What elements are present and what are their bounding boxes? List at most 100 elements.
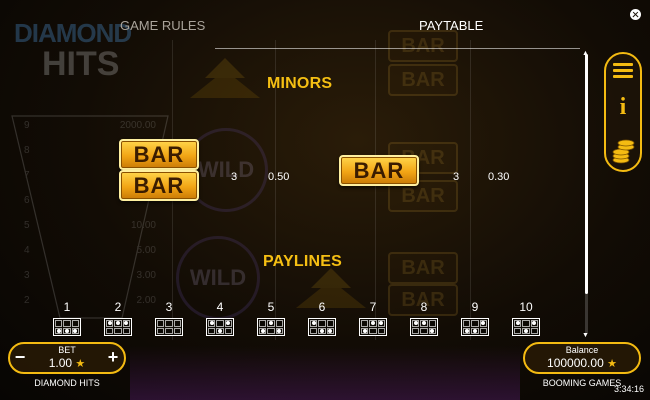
- payline-cell: [106, 320, 114, 327]
- payline-cell: [361, 320, 369, 327]
- payline-cell: [530, 327, 538, 334]
- payline-cell: [55, 320, 63, 327]
- background-pay-row-number: 5: [24, 220, 30, 231]
- payline-cell: [318, 327, 326, 334]
- payline-cell: [479, 327, 487, 334]
- pay-value: 0.30: [488, 171, 510, 183]
- payline-cell: [369, 320, 377, 327]
- background-logo-line2: HITS: [42, 45, 120, 83]
- payline-cell: [471, 320, 479, 327]
- payline-number: 7: [369, 300, 377, 314]
- paytable-entry-bar-bar: BAR BAR: [119, 139, 199, 201]
- bottom-glow: [130, 346, 520, 400]
- pay-count: 3: [453, 171, 460, 183]
- payline-cell: [377, 320, 385, 327]
- scroll-down-icon[interactable]: ▼: [582, 332, 589, 339]
- payline-cell: [428, 320, 436, 327]
- payline-cell: [106, 327, 114, 334]
- payline-pattern: [257, 318, 285, 336]
- close-icon[interactable]: [630, 9, 641, 20]
- pay-value: 0.50: [268, 171, 290, 183]
- star-icon: ★: [75, 358, 86, 370]
- payline-cell: [55, 327, 63, 334]
- payline-number: 2: [114, 300, 122, 314]
- payline-cell: [216, 320, 224, 327]
- background-pay-row-number: 3: [24, 270, 30, 281]
- background-pay-row: 5 10.00: [24, 220, 164, 240]
- background-pay-row-number: 9: [24, 120, 30, 131]
- payline-pattern: [461, 318, 489, 336]
- background-pay-row: 3 3.00: [24, 270, 164, 290]
- background-pay-row-value: 2000.00: [119, 120, 156, 131]
- payline-cell: [420, 320, 428, 327]
- bar-symbol-label: BAR: [353, 158, 405, 183]
- background-pay-row-number: 8: [24, 145, 30, 156]
- scroll-up-icon[interactable]: ▲: [582, 50, 589, 57]
- balance-value: 100000.00: [547, 356, 604, 370]
- tab-game-rules[interactable]: GAME RULES: [120, 18, 205, 33]
- payline-pattern: [104, 318, 132, 336]
- tab-underline: [215, 48, 580, 49]
- payline-cell: [275, 327, 283, 334]
- bar-symbol-tile: BAR: [339, 155, 419, 186]
- payline-cell: [522, 327, 530, 334]
- payline-cell: [224, 327, 232, 334]
- payline-cell: [267, 327, 275, 334]
- payline-pattern: [206, 318, 234, 336]
- tab-paytable[interactable]: PAYTABLE: [419, 18, 483, 33]
- payline-cell: [216, 327, 224, 334]
- payline-number: 9: [471, 300, 479, 314]
- scrollbar-thumb[interactable]: [585, 54, 588, 294]
- payline-cell: [412, 320, 420, 327]
- payline-cell: [267, 320, 275, 327]
- hamburger-menu-icon[interactable]: [613, 63, 633, 79]
- paytable-entry-bar: BAR: [339, 155, 419, 186]
- payline-cell: [165, 327, 173, 334]
- payline-cell: [275, 320, 283, 327]
- payline-cell: [318, 320, 326, 327]
- background-pay-row-value: 5.00: [136, 245, 156, 256]
- payline-cell: [369, 327, 377, 334]
- payline-cell: [157, 327, 165, 334]
- coins-icon[interactable]: [611, 136, 635, 164]
- payline-cell: [259, 320, 267, 327]
- background-pay-row-number: 7: [24, 170, 30, 181]
- bar-symbol-label: BAR: [133, 142, 185, 167]
- payline-number: 8: [420, 300, 428, 314]
- payline-cell: [514, 327, 522, 334]
- payline-pattern: [308, 318, 336, 336]
- payline-cell: [530, 320, 538, 327]
- info-icon[interactable]: i: [617, 95, 629, 119]
- payline-cell: [157, 320, 165, 327]
- bet-value-row[interactable]: 1.00 ★: [8, 356, 126, 370]
- bar-symbol-label: BAR: [133, 173, 185, 198]
- reel-divider: [470, 40, 471, 340]
- background-pay-row-value: 10.00: [130, 220, 156, 231]
- payline-cell: [326, 320, 334, 327]
- background-pay-row: 2 2.00: [24, 295, 164, 315]
- payline-cell: [63, 320, 71, 327]
- balance-label: Balance: [565, 345, 599, 355]
- background-pay-row-number: 2: [24, 295, 30, 306]
- game-name: DIAMOND HITS: [34, 378, 100, 388]
- paylines-title: PAYLINES: [263, 253, 342, 270]
- payline-cell: [361, 327, 369, 334]
- payline-cell: [326, 327, 334, 334]
- minors-title: MINORS: [267, 75, 333, 92]
- star-icon: ★: [607, 358, 617, 370]
- background-pay-row: 4 5.00: [24, 245, 164, 265]
- payline-cell: [412, 327, 420, 334]
- payline-pattern: [410, 318, 438, 336]
- background-bar-symbol: BAR: [388, 252, 458, 284]
- payline-cell: [479, 320, 487, 327]
- payline-cell: [522, 320, 530, 327]
- payline-cell: [463, 320, 471, 327]
- payline-cell: [165, 320, 173, 327]
- bar-symbol-tile: BAR: [119, 170, 199, 201]
- payline-number: 1: [63, 300, 71, 314]
- payline-number: 3: [165, 300, 173, 314]
- payline-cell: [71, 327, 79, 334]
- pay-count: 3: [231, 171, 238, 183]
- payline-number: 6: [318, 300, 326, 314]
- payline-cell: [310, 320, 318, 327]
